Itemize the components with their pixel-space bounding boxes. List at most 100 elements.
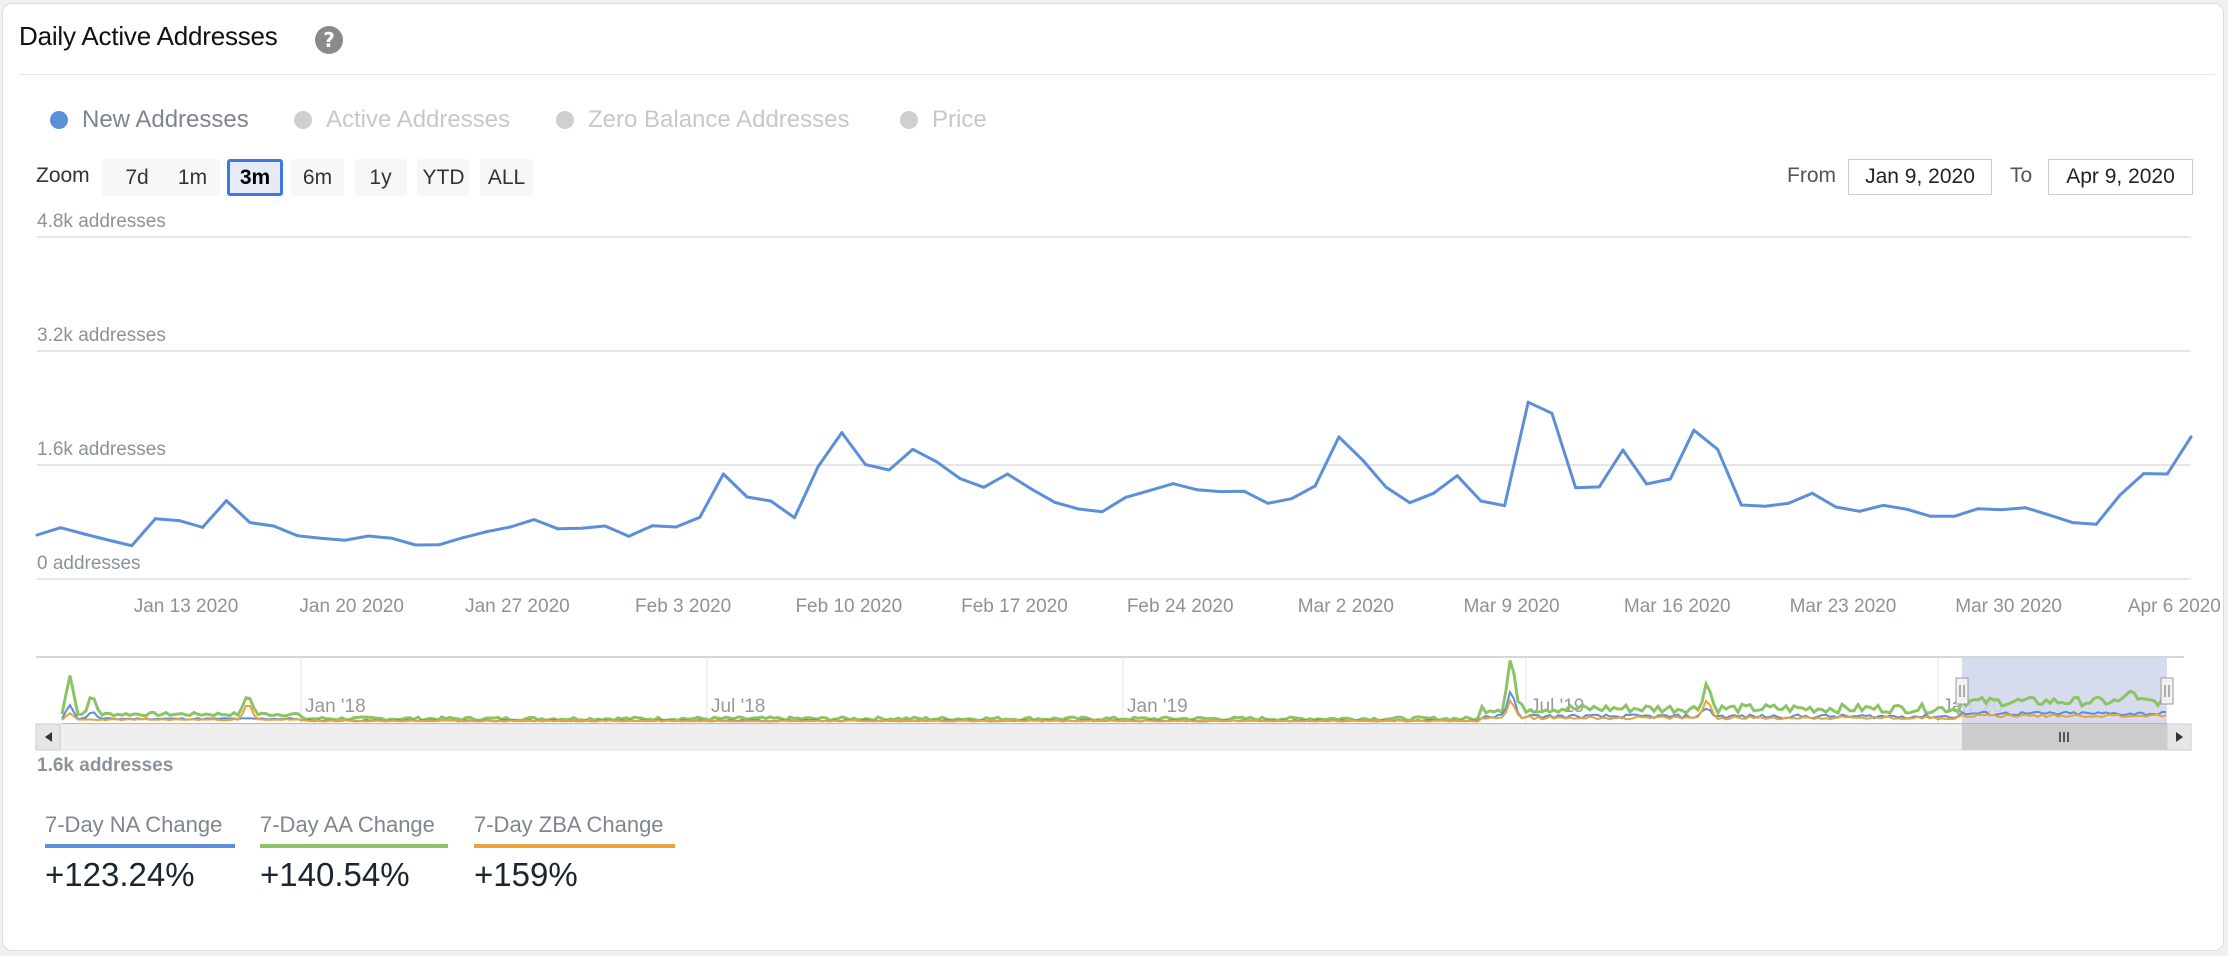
data-point[interactable] — [1597, 485, 1601, 489]
navigator-handle-left[interactable] — [1955, 677, 1969, 705]
data-point[interactable] — [1526, 400, 1530, 404]
data-point[interactable] — [248, 521, 252, 525]
data-point[interactable] — [1692, 428, 1696, 432]
data-point[interactable] — [82, 532, 86, 536]
data-point[interactable] — [437, 543, 441, 547]
data-point[interactable] — [1668, 477, 1672, 481]
data-point[interactable] — [1763, 504, 1767, 508]
data-point[interactable] — [1053, 500, 1057, 504]
data-point[interactable] — [1881, 503, 1885, 507]
data-point[interactable] — [532, 518, 536, 522]
data-point[interactable] — [792, 516, 796, 520]
data-point[interactable] — [461, 536, 465, 540]
data-point[interactable] — [343, 538, 347, 542]
data-point[interactable] — [934, 460, 938, 464]
data-point[interactable] — [1313, 484, 1317, 488]
data-point[interactable] — [2118, 493, 2122, 497]
data-point[interactable] — [1076, 507, 1080, 511]
data-point[interactable] — [1219, 490, 1223, 494]
data-point[interactable] — [911, 447, 915, 451]
data-point[interactable] — [1550, 411, 1554, 415]
data-point[interactable] — [1290, 497, 1294, 501]
data-point[interactable] — [1455, 474, 1459, 478]
data-point[interactable] — [1432, 491, 1436, 495]
data-point[interactable] — [366, 534, 370, 538]
handle-body[interactable] — [1955, 677, 1969, 705]
data-point[interactable] — [1976, 507, 1980, 511]
data-point[interactable] — [2142, 472, 2146, 476]
data-point[interactable] — [224, 499, 228, 503]
data-point[interactable] — [982, 485, 986, 489]
data-point[interactable] — [958, 477, 962, 481]
handle-body[interactable] — [2160, 677, 2174, 705]
data-point[interactable] — [1810, 491, 1814, 495]
data-point[interactable] — [508, 525, 512, 529]
data-point[interactable] — [1858, 509, 1862, 513]
data-point[interactable] — [2094, 522, 2098, 526]
data-point[interactable] — [840, 431, 844, 435]
data-point[interactable] — [153, 517, 157, 521]
navigator-handle-right[interactable] — [2160, 677, 2174, 705]
data-point[interactable] — [414, 543, 418, 547]
data-point[interactable] — [674, 525, 678, 529]
data-point[interactable] — [1929, 514, 1933, 518]
data-point[interactable] — [2023, 506, 2027, 510]
data-point[interactable] — [1408, 501, 1412, 505]
data-point[interactable] — [1195, 488, 1199, 492]
data-point[interactable] — [59, 526, 63, 530]
scrollbar-track[interactable] — [35, 723, 2185, 751]
data-point[interactable] — [650, 524, 654, 528]
data-point[interactable] — [1834, 505, 1838, 509]
data-point[interactable] — [1384, 485, 1388, 489]
data-point[interactable] — [106, 538, 110, 542]
data-point[interactable] — [1621, 448, 1625, 452]
data-point[interactable] — [319, 536, 323, 540]
data-point[interactable] — [603, 524, 607, 528]
data-point[interactable] — [698, 515, 702, 519]
data-point[interactable] — [721, 472, 725, 476]
data-point[interactable] — [201, 525, 205, 529]
data-point[interactable] — [177, 519, 181, 523]
data-point[interactable] — [1361, 458, 1365, 462]
data-point[interactable] — [1100, 510, 1104, 514]
data-point[interactable] — [1645, 482, 1649, 486]
data-point[interactable] — [2189, 435, 2193, 439]
data-point[interactable] — [390, 536, 394, 540]
data-point[interactable] — [1337, 435, 1341, 439]
data-point[interactable] — [1148, 489, 1152, 493]
data-point[interactable] — [35, 533, 39, 537]
data-point[interactable] — [745, 495, 749, 499]
navigator[interactable]: Jan '18Jul '18Jan '19Jul '19Jan '20 — [0, 640, 2228, 755]
data-point[interactable] — [1029, 487, 1033, 491]
data-point[interactable] — [130, 544, 134, 548]
data-point[interactable] — [1503, 504, 1507, 508]
data-point[interactable] — [2047, 513, 2051, 517]
data-point[interactable] — [1787, 501, 1791, 505]
data-point[interactable] — [1574, 486, 1578, 490]
main-chart[interactable]: 0 addresses 1.6k addresses 3.2k addresses 4… — [0, 0, 2228, 640]
data-point[interactable] — [816, 465, 820, 469]
data-point[interactable] — [1171, 482, 1175, 486]
data-point[interactable] — [1952, 514, 1956, 518]
data-point[interactable] — [1905, 507, 1909, 511]
data-point[interactable] — [627, 534, 631, 538]
data-point[interactable] — [295, 534, 299, 538]
data-point[interactable] — [769, 499, 773, 503]
data-point[interactable] — [2071, 521, 2075, 525]
data-point[interactable] — [887, 468, 891, 472]
data-point[interactable] — [1242, 489, 1246, 493]
data-point[interactable] — [2000, 508, 2004, 512]
data-point[interactable] — [2165, 472, 2169, 476]
data-point[interactable] — [272, 524, 276, 528]
data-point[interactable] — [1739, 503, 1743, 507]
data-point[interactable] — [1716, 447, 1720, 451]
data-point[interactable] — [1005, 472, 1009, 476]
data-point[interactable] — [1266, 501, 1270, 505]
data-point[interactable] — [485, 530, 489, 534]
data-point[interactable] — [556, 527, 560, 531]
data-point[interactable] — [1479, 499, 1483, 503]
data-point[interactable] — [863, 463, 867, 467]
series-line-new-addresses[interactable] — [36, 400, 2193, 548]
data-point[interactable] — [579, 526, 583, 530]
data-point[interactable] — [1124, 495, 1128, 499]
